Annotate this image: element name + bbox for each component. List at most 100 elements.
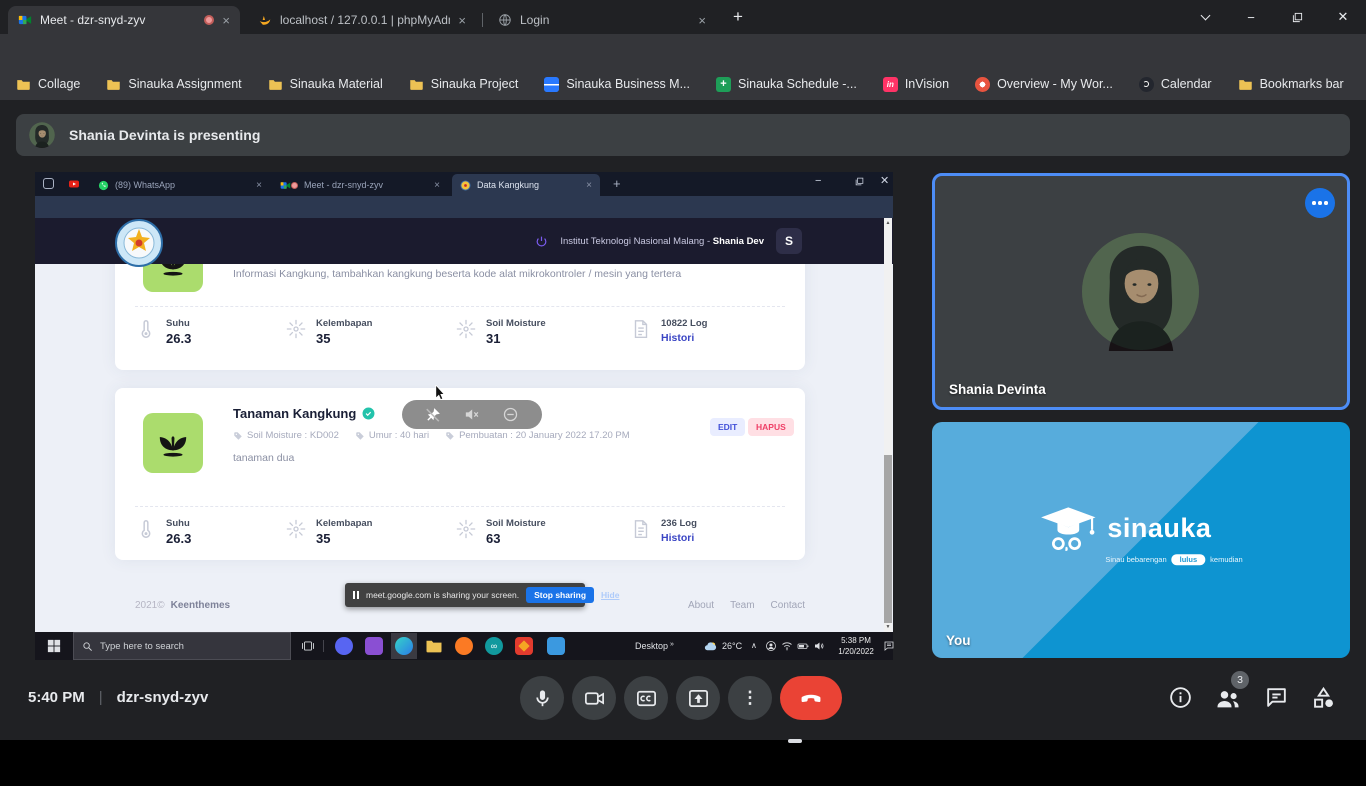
docs-icon (544, 77, 559, 92)
humidity-icon (285, 318, 307, 340)
end-call-button[interactable] (780, 676, 842, 720)
bookmark-sinauka-assignment[interactable]: Sinauka Assignment (106, 77, 241, 92)
sharing-message: meet.google.com is sharing your screen. (366, 590, 519, 600)
tab-search-chevron-icon[interactable] (1182, 0, 1228, 34)
stat-log: 236 LogHistori (630, 518, 697, 544)
pin-off-icon (425, 406, 442, 423)
tab-title: Login (520, 13, 690, 27)
participants-button[interactable] (1214, 685, 1242, 713)
bookmark-sinauka-project[interactable]: Sinauka Project (409, 77, 519, 92)
plant-icon (143, 413, 203, 473)
power-icon (535, 235, 548, 248)
tab-close-icon: × (434, 180, 440, 191)
minimize-icon: − (815, 176, 821, 187)
meeting-details-button[interactable] (1168, 685, 1193, 710)
shared-windows-taskbar: Type here to search ∞ Desktop » 26°C ∧ 5… (35, 632, 893, 660)
chat-button[interactable] (1264, 685, 1289, 710)
globe-favicon-icon (498, 13, 512, 27)
tab-close-icon[interactable]: × (458, 14, 466, 27)
bookmark-sinauka-material[interactable]: Sinauka Material (268, 77, 383, 92)
bookmark-bookmarks-bar-folder[interactable]: Bookmarks bar (1238, 77, 1344, 92)
window-close-button[interactable]: ✕ (1320, 0, 1366, 34)
videocam-icon (583, 687, 606, 710)
end-call-icon (798, 685, 824, 711)
microphone-button[interactable] (520, 676, 564, 720)
shared-tab-data-kangkung: Data Kangkung × (452, 174, 600, 196)
mic-icon (531, 687, 554, 710)
tray-clock: 5:38 PM 1/20/2022 (830, 635, 882, 657)
sinauka-logo: sinauka Sinau bebarengan lulus kemudian (1039, 505, 1242, 565)
task-view-icon (301, 639, 315, 653)
footer-link-contact: Contact (771, 600, 805, 611)
bookmark-label: InVision (905, 77, 949, 91)
recording-indicator-icon (204, 15, 214, 25)
screen-sharing-bar: meet.google.com is sharing your screen. … (345, 583, 585, 607)
speaker-icon (813, 640, 825, 652)
browser-tab-login[interactable]: Login × (488, 6, 716, 34)
battery-icon (797, 640, 809, 652)
meet-floating-controls (402, 400, 542, 429)
presenter-avatar (29, 122, 55, 148)
target-icon (975, 77, 990, 92)
verified-badge-icon (362, 407, 375, 420)
participant-tile-shania[interactable]: Shania Devinta (932, 173, 1350, 410)
search-placeholder: Type here to search (100, 641, 184, 652)
histori-link: Histori (661, 532, 697, 544)
kangkung-site: Institut Teknologi Nasional Malang - Sha… (35, 218, 893, 632)
xampp-icon (455, 637, 473, 655)
mouse-cursor-icon (433, 385, 448, 400)
scroll-up-icon: ▲ (884, 220, 892, 226)
tile-menu-button[interactable] (1305, 188, 1335, 218)
browser-tab-meet[interactable]: Meet - dzr-snyd-zyv × (8, 6, 240, 34)
present-button[interactable] (676, 676, 720, 720)
document-icon (630, 518, 652, 540)
tag-icon (233, 431, 243, 441)
youtube-pinned-tab-icon (68, 178, 80, 190)
new-tab-button[interactable]: + (733, 7, 743, 27)
present-icon (687, 687, 710, 710)
discord-icon (335, 637, 353, 655)
bookmark-collage[interactable]: Collage (16, 77, 80, 92)
humidity-icon (455, 518, 477, 540)
tab-close-icon[interactable]: × (222, 14, 230, 27)
bookmark-label: Sinauka Material (290, 77, 383, 91)
browser-tab-phpmyadmin[interactable]: localhost / 127.0.0.1 | phpMyAdm × (248, 6, 476, 34)
divider: | (99, 689, 103, 706)
stop-sharing-button: Stop sharing (526, 587, 594, 603)
presentation-video[interactable]: (89) WhatsApp × Meet - dzr-snyd-zyv × Da… (35, 172, 893, 660)
shared-edge-toolbar: ← → ↻ ⌂ i localhost/skripsi-main/kangkun… (35, 196, 893, 218)
whatsapp-favicon-icon (98, 180, 109, 191)
tag-icon (445, 431, 455, 441)
window-restore-button[interactable] (1274, 0, 1320, 34)
visual-studio-blue-icon (547, 637, 565, 655)
shared-edge-tabbar: (89) WhatsApp × Meet - dzr-snyd-zyv × Da… (35, 172, 893, 196)
close-icon: ✕ (880, 176, 889, 187)
more-options-button[interactable]: ⋮ (728, 676, 772, 720)
sinauka-wordmark: sinauka (1107, 513, 1211, 544)
bookmark-calendar[interactable]: Calendar (1139, 77, 1212, 92)
card2-tags: Soil Moisture : KD002 Umur : 40 hari Pem… (233, 430, 630, 441)
phpmyadmin-favicon-icon (258, 13, 272, 27)
participants-count-badge: 3 (1231, 671, 1249, 689)
bookmark-overview[interactable]: Overview - My Wor... (975, 77, 1113, 92)
bookmark-label: Sinauka Schedule -... (738, 77, 857, 91)
camera-button[interactable] (572, 676, 616, 720)
bookmark-sinauka-business[interactable]: Sinauka Business M... (544, 77, 690, 92)
tab-title: Data Kangkung (477, 180, 580, 190)
footer-link-team: Team (730, 600, 754, 611)
bookmark-invision[interactable]: in InVision (883, 77, 949, 92)
tab-close-icon[interactable]: × (698, 14, 706, 27)
self-video-tile[interactable]: sinauka Sinau bebarengan lulus kemudian … (932, 422, 1350, 658)
stat-kelembapan: Kelembapan35 (285, 318, 373, 346)
activities-button[interactable] (1310, 685, 1337, 712)
tab-title: Meet - dzr-snyd-zyv (40, 13, 196, 27)
bookmark-sinauka-schedule[interactable]: +Sinauka Schedule -... (716, 77, 857, 92)
presenting-banner: Shania Devinta is presenting (16, 114, 1350, 156)
recording-indicator-icon (291, 182, 298, 189)
stat-suhu: Suhu26.3 (135, 318, 191, 346)
window-minimize-button[interactable]: − (1228, 0, 1274, 34)
captions-button[interactable] (624, 676, 668, 720)
invision-icon: in (883, 77, 898, 92)
windows-search-box: Type here to search (73, 632, 291, 660)
stat-log: 10822 LogHistori (630, 318, 707, 344)
